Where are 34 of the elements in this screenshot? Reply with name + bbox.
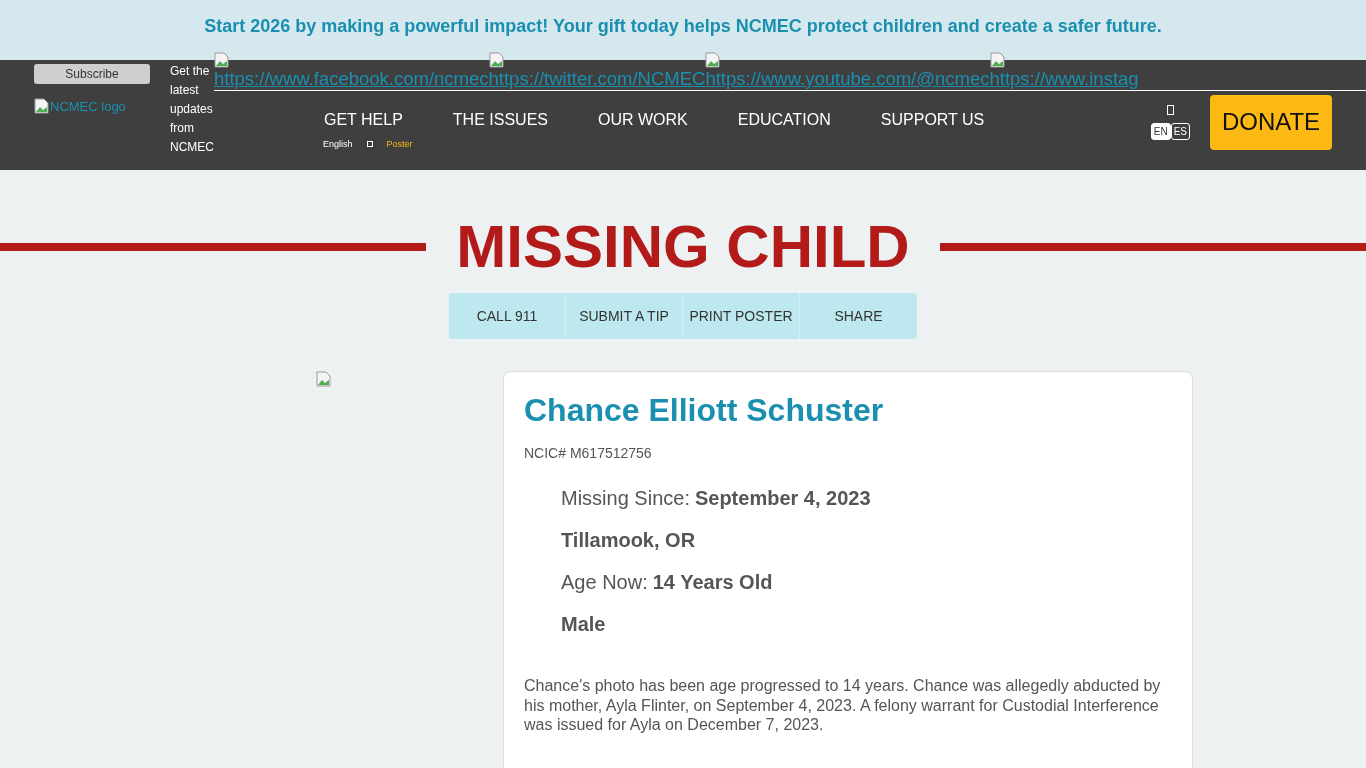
broken-image-icon (488, 52, 505, 68)
nav-link[interactable]: THE ISSUES (452, 111, 548, 129)
donate-button[interactable]: DONATE (1210, 94, 1332, 150)
sub-link[interactable]: Poster (386, 139, 413, 149)
nav-link[interactable]: EDUCATION (737, 111, 831, 129)
updates-text: Get the latest updates from NCMEC (170, 63, 214, 156)
broken-image-icon (34, 98, 50, 114)
fact-value: September 4, 2023 (694, 487, 871, 510)
photo-broken-image-icon (316, 371, 332, 387)
page-title: MISSING CHILD (456, 214, 910, 280)
language-toggle[interactable]: ES (1170, 122, 1190, 140)
fact-value: Male (561, 613, 606, 636)
nav-link[interactable]: OUR WORK (598, 111, 688, 129)
action-button[interactable]: SUBMIT A TIP (566, 293, 683, 339)
fact-label: Age Now: (561, 571, 648, 594)
subscribe-button[interactable]: Subscribe (34, 64, 150, 84)
language-toggle[interactable]: EN (1150, 122, 1171, 140)
action-button[interactable]: CALL 911 (449, 293, 566, 339)
broken-image-icon (214, 52, 230, 68)
action-button[interactable]: PRINT POSTER (683, 293, 800, 339)
nav-link[interactable]: GET HELP (324, 111, 403, 129)
broken-image-icon (989, 52, 1006, 68)
action-button[interactable]: SHARE (800, 293, 917, 339)
fact-value: 14 Years Old (652, 571, 773, 594)
sub-link[interactable]: English (323, 139, 353, 149)
banner-text: Start 2026 by making a powerful impact! Your gift today helps NCMEC protect children and create a safer future. (204, 15, 1162, 37)
fact-label: Missing Since: (561, 487, 690, 510)
broken-image-icon (705, 52, 722, 68)
nav-link[interactable]: SUPPORT US (880, 111, 985, 129)
child-name: Chance Elliott Schuster (524, 392, 885, 429)
phone-icon (1166, 104, 1174, 115)
ncic-number: NCIC# M617512756 (524, 445, 653, 461)
fact-value: Tillamook, OR (561, 529, 696, 552)
case-description: Chance's photo has been age progressed to 14 years. Chance was allegedly abducted by his mother, Ayla Flinter, on September 4, 2023. A felony warrant for Custodial Interference was issued for Ayla on December 7, 2023. (524, 676, 1162, 735)
